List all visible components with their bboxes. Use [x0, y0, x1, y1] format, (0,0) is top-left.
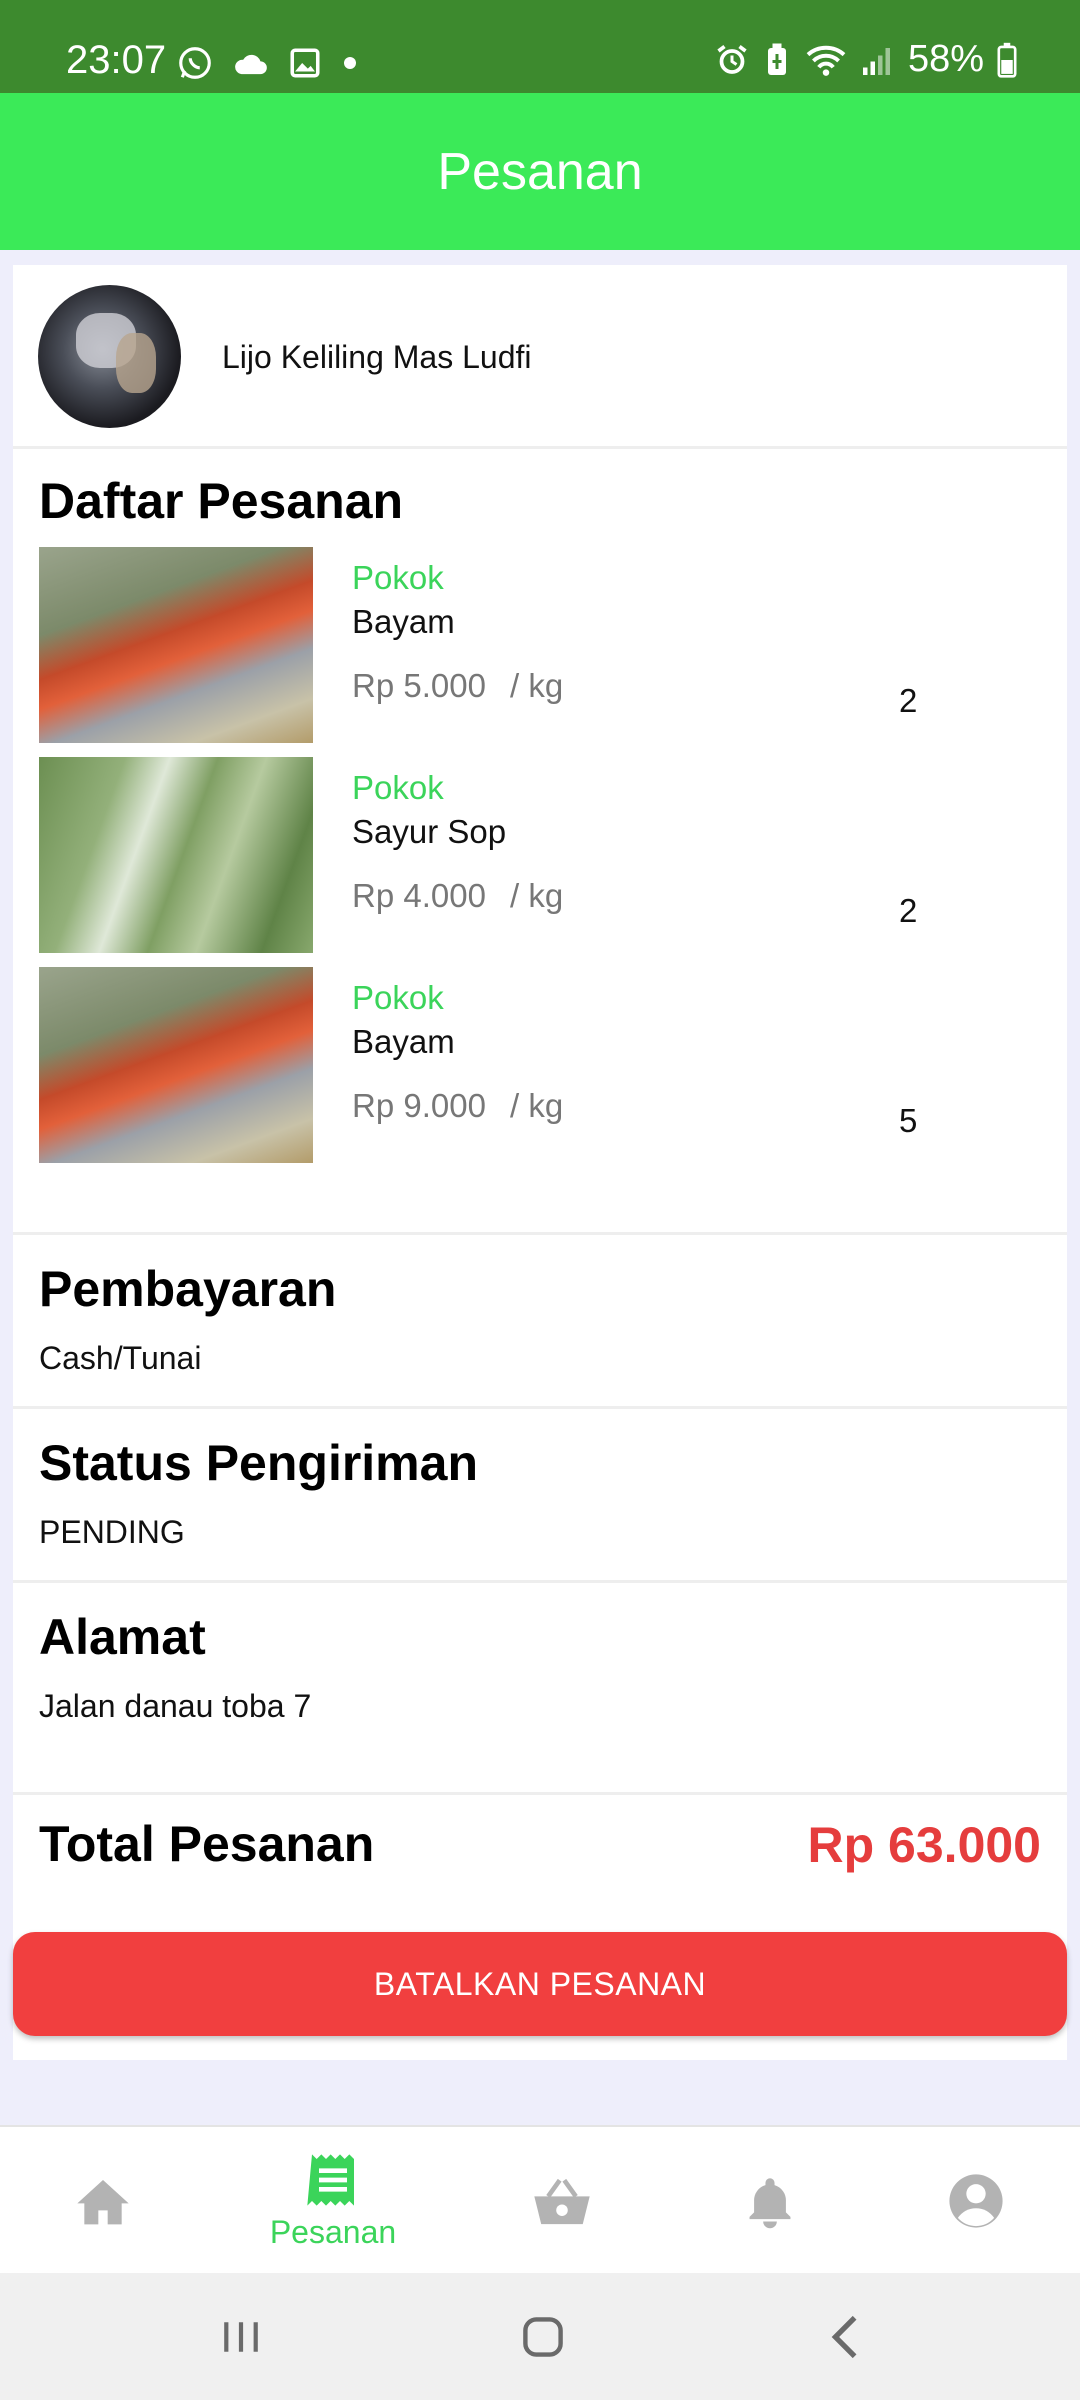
order-item[interactable]: Pokok Sayur Sop Rp 4.000 / kg 2: [39, 757, 1039, 953]
product-name: Sayur Sop: [352, 813, 507, 850]
total-label: Total Pesanan: [39, 1816, 375, 1872]
back-icon: [831, 2315, 857, 2358]
product-image: [39, 757, 313, 953]
whatsapp-icon: [179, 47, 211, 79]
product-category: Pokok: [352, 559, 444, 596]
recent-apps-icon: [224, 2321, 258, 2352]
battery-percent: 58%: [907, 38, 984, 80]
cloud-icon: [235, 54, 267, 75]
bell-icon: [749, 2178, 791, 2229]
system-navigation-bar: [0, 2273, 1080, 2400]
product-image: [39, 967, 313, 1163]
seller-name: Lijo Keliling Mas Ludfi: [222, 339, 532, 375]
order-item[interactable]: Pokok Bayam Rp 9.000 / kg 5: [39, 967, 1039, 1163]
battery-icon: [997, 42, 1017, 78]
home-icon: [77, 2180, 129, 2225]
system-icons: 58%: [714, 38, 1018, 81]
home-circle-icon: [523, 2316, 563, 2357]
page-title: Pesanan: [437, 142, 643, 201]
gallery-icon: [290, 48, 320, 78]
product-image: [39, 547, 313, 743]
product-quantity: 2: [899, 892, 918, 929]
back-button[interactable]: [785, 2273, 905, 2400]
payment-method: Cash/Tunai: [39, 1340, 202, 1376]
payment-section: Pembayaran Cash/Tunai: [39, 1260, 336, 1377]
address-title: Alamat: [39, 1609, 206, 1665]
nav-account[interactable]: [896, 2127, 1056, 2275]
product-name: Bayam: [352, 603, 455, 640]
product-unit: / kg: [510, 1087, 564, 1124]
product-price: Rp 5.000: [352, 667, 486, 704]
cancel-order-button[interactable]: BATALKAN PESANAN: [13, 1932, 1067, 2036]
shipping-status: PENDING: [39, 1514, 185, 1550]
nav-notifications[interactable]: [690, 2127, 850, 2275]
divider: [13, 1232, 1067, 1235]
total-amount: Rp 63.000: [807, 1817, 1041, 1873]
seller-avatar: [38, 285, 181, 428]
shipping-section: Status Pengiriman PENDING: [39, 1434, 478, 1551]
account-icon: [949, 2174, 1003, 2228]
product-price: Rp 9.000: [352, 1087, 486, 1124]
wifi-icon: [806, 45, 846, 76]
dot-icon: [344, 57, 356, 69]
divider: [13, 1580, 1067, 1583]
address-section: Alamat Jalan danau toba 7: [39, 1608, 311, 1725]
battery-saver-icon: [767, 43, 786, 75]
alarm-icon: [717, 44, 747, 74]
divider: [13, 1406, 1067, 1409]
basket-icon: [534, 2178, 590, 2225]
notification-icons: [176, 44, 360, 82]
home-button[interactable]: [483, 2273, 603, 2400]
nav-cart[interactable]: [482, 2127, 642, 2275]
recent-apps-button[interactable]: [181, 2273, 301, 2400]
status-bar: 23:07 58%: [0, 0, 1080, 93]
product-price: Rp 4.000: [352, 877, 486, 914]
payment-title: Pembayaran: [39, 1261, 337, 1317]
product-quantity: 2: [899, 682, 918, 719]
nav-orders-label: Pesanan: [269, 2213, 397, 2250]
status-time: 23:07: [66, 38, 167, 82]
bottom-navigation: Pesanan: [0, 2125, 1080, 2273]
product-name: Bayam: [352, 1023, 455, 1060]
shipping-title: Status Pengiriman: [39, 1435, 478, 1491]
nav-home[interactable]: [23, 2127, 183, 2275]
product-category: Pokok: [352, 769, 444, 806]
signal-icon: [862, 47, 890, 75]
order-item[interactable]: Pokok Bayam Rp 5.000 / kg 2: [39, 547, 1039, 743]
address-value: Jalan danau toba 7: [39, 1688, 312, 1724]
product-quantity: 5: [899, 1102, 918, 1139]
order-detail-card: Lijo Keliling Mas Ludfi Daftar Pesanan P…: [13, 265, 1067, 2060]
seller-header[interactable]: Lijo Keliling Mas Ludfi: [13, 265, 1067, 449]
divider: [13, 1792, 1067, 1795]
product-unit: / kg: [510, 877, 564, 914]
product-category: Pokok: [352, 979, 444, 1016]
app-bar: Pesanan: [0, 93, 1080, 250]
product-unit: / kg: [510, 667, 564, 704]
order-list-title: Daftar Pesanan: [39, 473, 404, 529]
nav-orders[interactable]: Pesanan: [253, 2127, 413, 2275]
receipt-icon: [307, 2153, 354, 2206]
